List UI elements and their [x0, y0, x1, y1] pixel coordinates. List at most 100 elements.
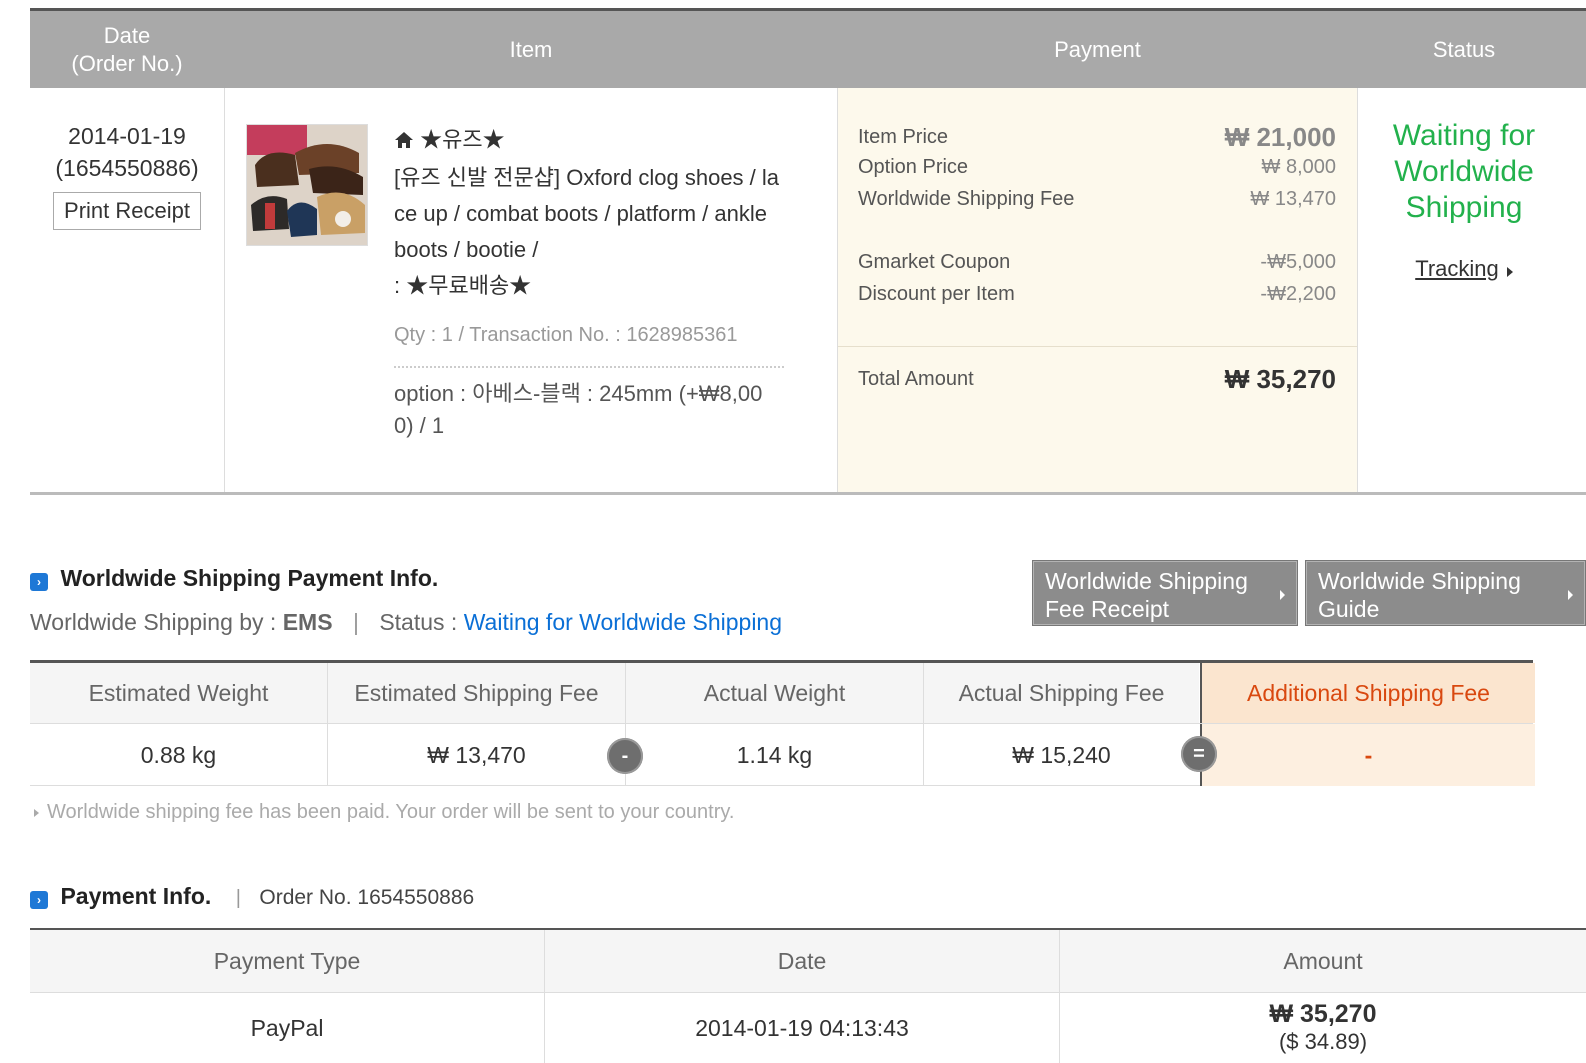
header-status: Status — [1432, 36, 1496, 62]
ws-fee-receipt-button[interactable]: Worldwide Shipping Fee Receipt — [1032, 560, 1298, 626]
discount-value: -₩2,200 — [1260, 283, 1336, 305]
actual-weight-value: 1.14 kg — [626, 724, 924, 786]
order-date: 2014-01-19 — [68, 123, 186, 149]
order-row: 2014-01-19 (1654550886) Print Receipt ★유… — [30, 88, 1586, 495]
option-price-value: ₩ 8,000 — [1261, 156, 1336, 178]
payment-breakdown: Item Price ₩ 21,000 Option Price ₩ 8,000… — [838, 88, 1357, 492]
item-option-line: 0) / 1 — [394, 413, 445, 438]
ws-guide-button[interactable]: Worldwide Shipping Guide — [1305, 560, 1586, 626]
payment-date-value: 2014-01-19 04:13:43 — [545, 993, 1060, 1063]
shipping-note: Worldwide shipping fee has been paid. Yo… — [30, 801, 734, 824]
arrow-right-icon — [1280, 590, 1285, 600]
dotted-divider — [394, 366, 784, 368]
payment-amount-value: ₩ 35,270 — [1269, 1000, 1377, 1028]
tracking-link[interactable]: Tracking — [1415, 256, 1499, 282]
order-table-header: Date (Order No.) Item Payment Status — [30, 8, 1586, 88]
chevron-right-icon: › — [30, 891, 48, 909]
ws-fee-label: Worldwide Shipping Fee — [858, 188, 1075, 210]
coupon-row: Gmarket Coupon -₩5,000 — [858, 251, 1336, 274]
item-title-line[interactable]: boots / bootie / — [394, 232, 814, 268]
item-price-row: Item Price ₩ 21,000 — [858, 122, 1336, 153]
order-date-cell: 2014-01-19 (1654550886) Print Receipt — [30, 120, 224, 230]
divider — [224, 88, 225, 492]
discount-row: Discount per Item -₩2,200 — [858, 283, 1336, 306]
ws-summary: Worldwide Shipping by : EMS | Status : W… — [30, 609, 782, 636]
th-additional-fee: Additional Shipping Fee — [1200, 663, 1535, 723]
total-value: ₩ 35,270 — [1224, 364, 1336, 394]
coupon-label: Gmarket Coupon — [858, 251, 1011, 273]
button-label-line: Worldwide Shipping — [1045, 568, 1248, 594]
status-line: Shipping — [1405, 191, 1523, 224]
estimated-fee-value: ₩ 13,470 — [328, 724, 626, 786]
shop-label[interactable]: ★유즈★ — [420, 127, 504, 152]
payment-info-table: Payment Type Date Amount PayPal 2014-01-… — [30, 928, 1586, 1063]
item-option: option : 아베스-블랙 : 245mm (+₩8,00 0) / 1 — [394, 378, 814, 442]
shipping-status-value: Waiting for Worldwide Shipping — [463, 609, 783, 635]
actual-fee-value: ₩ 15,240 — [1012, 741, 1111, 768]
header-date: Date (Order No.) — [30, 11, 224, 88]
total-row: Total Amount ₩ 35,270 — [858, 364, 1336, 395]
header-payment: Payment — [1054, 36, 1141, 62]
order-table: Date (Order No.) Item Payment Status 2014… — [30, 8, 1586, 495]
th-payment-amount: Amount — [1060, 930, 1586, 992]
minus-icon: - — [607, 738, 643, 774]
th-estimated-fee: Estimated Shipping Fee — [328, 663, 626, 723]
equals-icon: = — [1181, 736, 1217, 772]
button-label-line: Worldwide Shipping — [1318, 568, 1521, 594]
additional-fee-value: - — [1200, 724, 1535, 786]
product-thumbnail[interactable] — [246, 124, 368, 246]
header-date-label: Date — [103, 22, 151, 48]
th-estimated-weight: Estimated Weight — [30, 663, 328, 723]
shipping-by-label: Worldwide Shipping by : — [30, 609, 277, 635]
payment-type-value: PayPal — [30, 993, 545, 1063]
shop-name[interactable]: ★유즈★ — [394, 122, 814, 160]
shipping-fee-table: Estimated Weight Estimated Shipping Fee … — [30, 660, 1535, 786]
arrow-right-icon — [1568, 590, 1573, 600]
payment-order-no: Order No. 1654550886 — [259, 886, 475, 909]
option-price-label: Option Price — [858, 156, 969, 178]
ws-section-title: Worldwide Shipping Payment Info. — [60, 565, 439, 591]
th-actual-fee: Actual Shipping Fee — [924, 663, 1199, 723]
button-label-line: Guide — [1318, 596, 1380, 622]
tracking-label[interactable]: Tracking — [1415, 256, 1499, 281]
header-order-no-label: (Order No.) — [71, 50, 183, 76]
payment-amount-usd: ($ 34.89) — [1278, 1029, 1368, 1054]
separator: | — [235, 887, 241, 909]
option-price-row: Option Price ₩ 8,000 — [858, 156, 1336, 179]
item-title-line[interactable]: ce up / combat boots / platform / ankle — [394, 196, 814, 232]
item-title-line[interactable]: : ★무료배송★ — [394, 268, 814, 304]
print-receipt-button[interactable]: Print Receipt — [53, 192, 201, 230]
home-icon — [394, 124, 414, 160]
item-description[interactable]: ★유즈★ [유즈 신발 전문샵] Oxford clog shoes / la … — [394, 122, 814, 304]
coupon-value: -₩5,000 — [1260, 251, 1336, 273]
item-price-label: Item Price — [858, 126, 949, 148]
separator: | — [352, 609, 359, 635]
th-payment-date: Date — [545, 930, 1060, 992]
total-label: Total Amount — [858, 368, 974, 390]
order-status: Waiting for Worldwide Shipping — [1358, 118, 1570, 226]
arrow-right-icon — [1506, 266, 1513, 277]
header-item: Item — [509, 36, 553, 62]
ws-section-header: › Worldwide Shipping Payment Info. — [30, 565, 438, 592]
chevron-right-icon: › — [30, 573, 48, 591]
order-status-cell: Waiting for Worldwide Shipping Tracking — [1358, 118, 1570, 282]
order-number: (1654550886) — [55, 155, 199, 181]
ws-fee-value: ₩ 13,470 — [1250, 188, 1336, 210]
payment-info-header: › Payment Info. | Order No. 1654550886 — [30, 883, 474, 910]
payment-amount-cell: ₩ 35,270 ($ 34.89) — [1060, 993, 1586, 1063]
button-label-line: Fee Receipt — [1045, 596, 1170, 622]
payment-info-title: Payment Info. — [60, 883, 212, 909]
item-price-value: ₩ 21,000 — [1224, 122, 1336, 152]
ws-fee-row: Worldwide Shipping Fee ₩ 13,470 — [858, 188, 1336, 211]
bullet-icon — [34, 808, 39, 817]
shoes-image — [247, 125, 367, 245]
status-line: Worldwide — [1394, 155, 1534, 188]
payment-divider — [838, 346, 1357, 347]
discount-label: Discount per Item — [858, 283, 1015, 305]
item-title-line[interactable]: [유즈 신발 전문샵] Oxford clog shoes / la — [394, 160, 814, 196]
estimated-weight-value: 0.88 kg — [30, 724, 328, 786]
shipping-carrier: EMS — [282, 609, 333, 635]
status-line: Waiting for — [1392, 119, 1536, 152]
item-option-line: option : 아베스-블랙 : 245mm (+₩8,00 — [394, 381, 763, 406]
status-label: Status : — [379, 609, 458, 635]
